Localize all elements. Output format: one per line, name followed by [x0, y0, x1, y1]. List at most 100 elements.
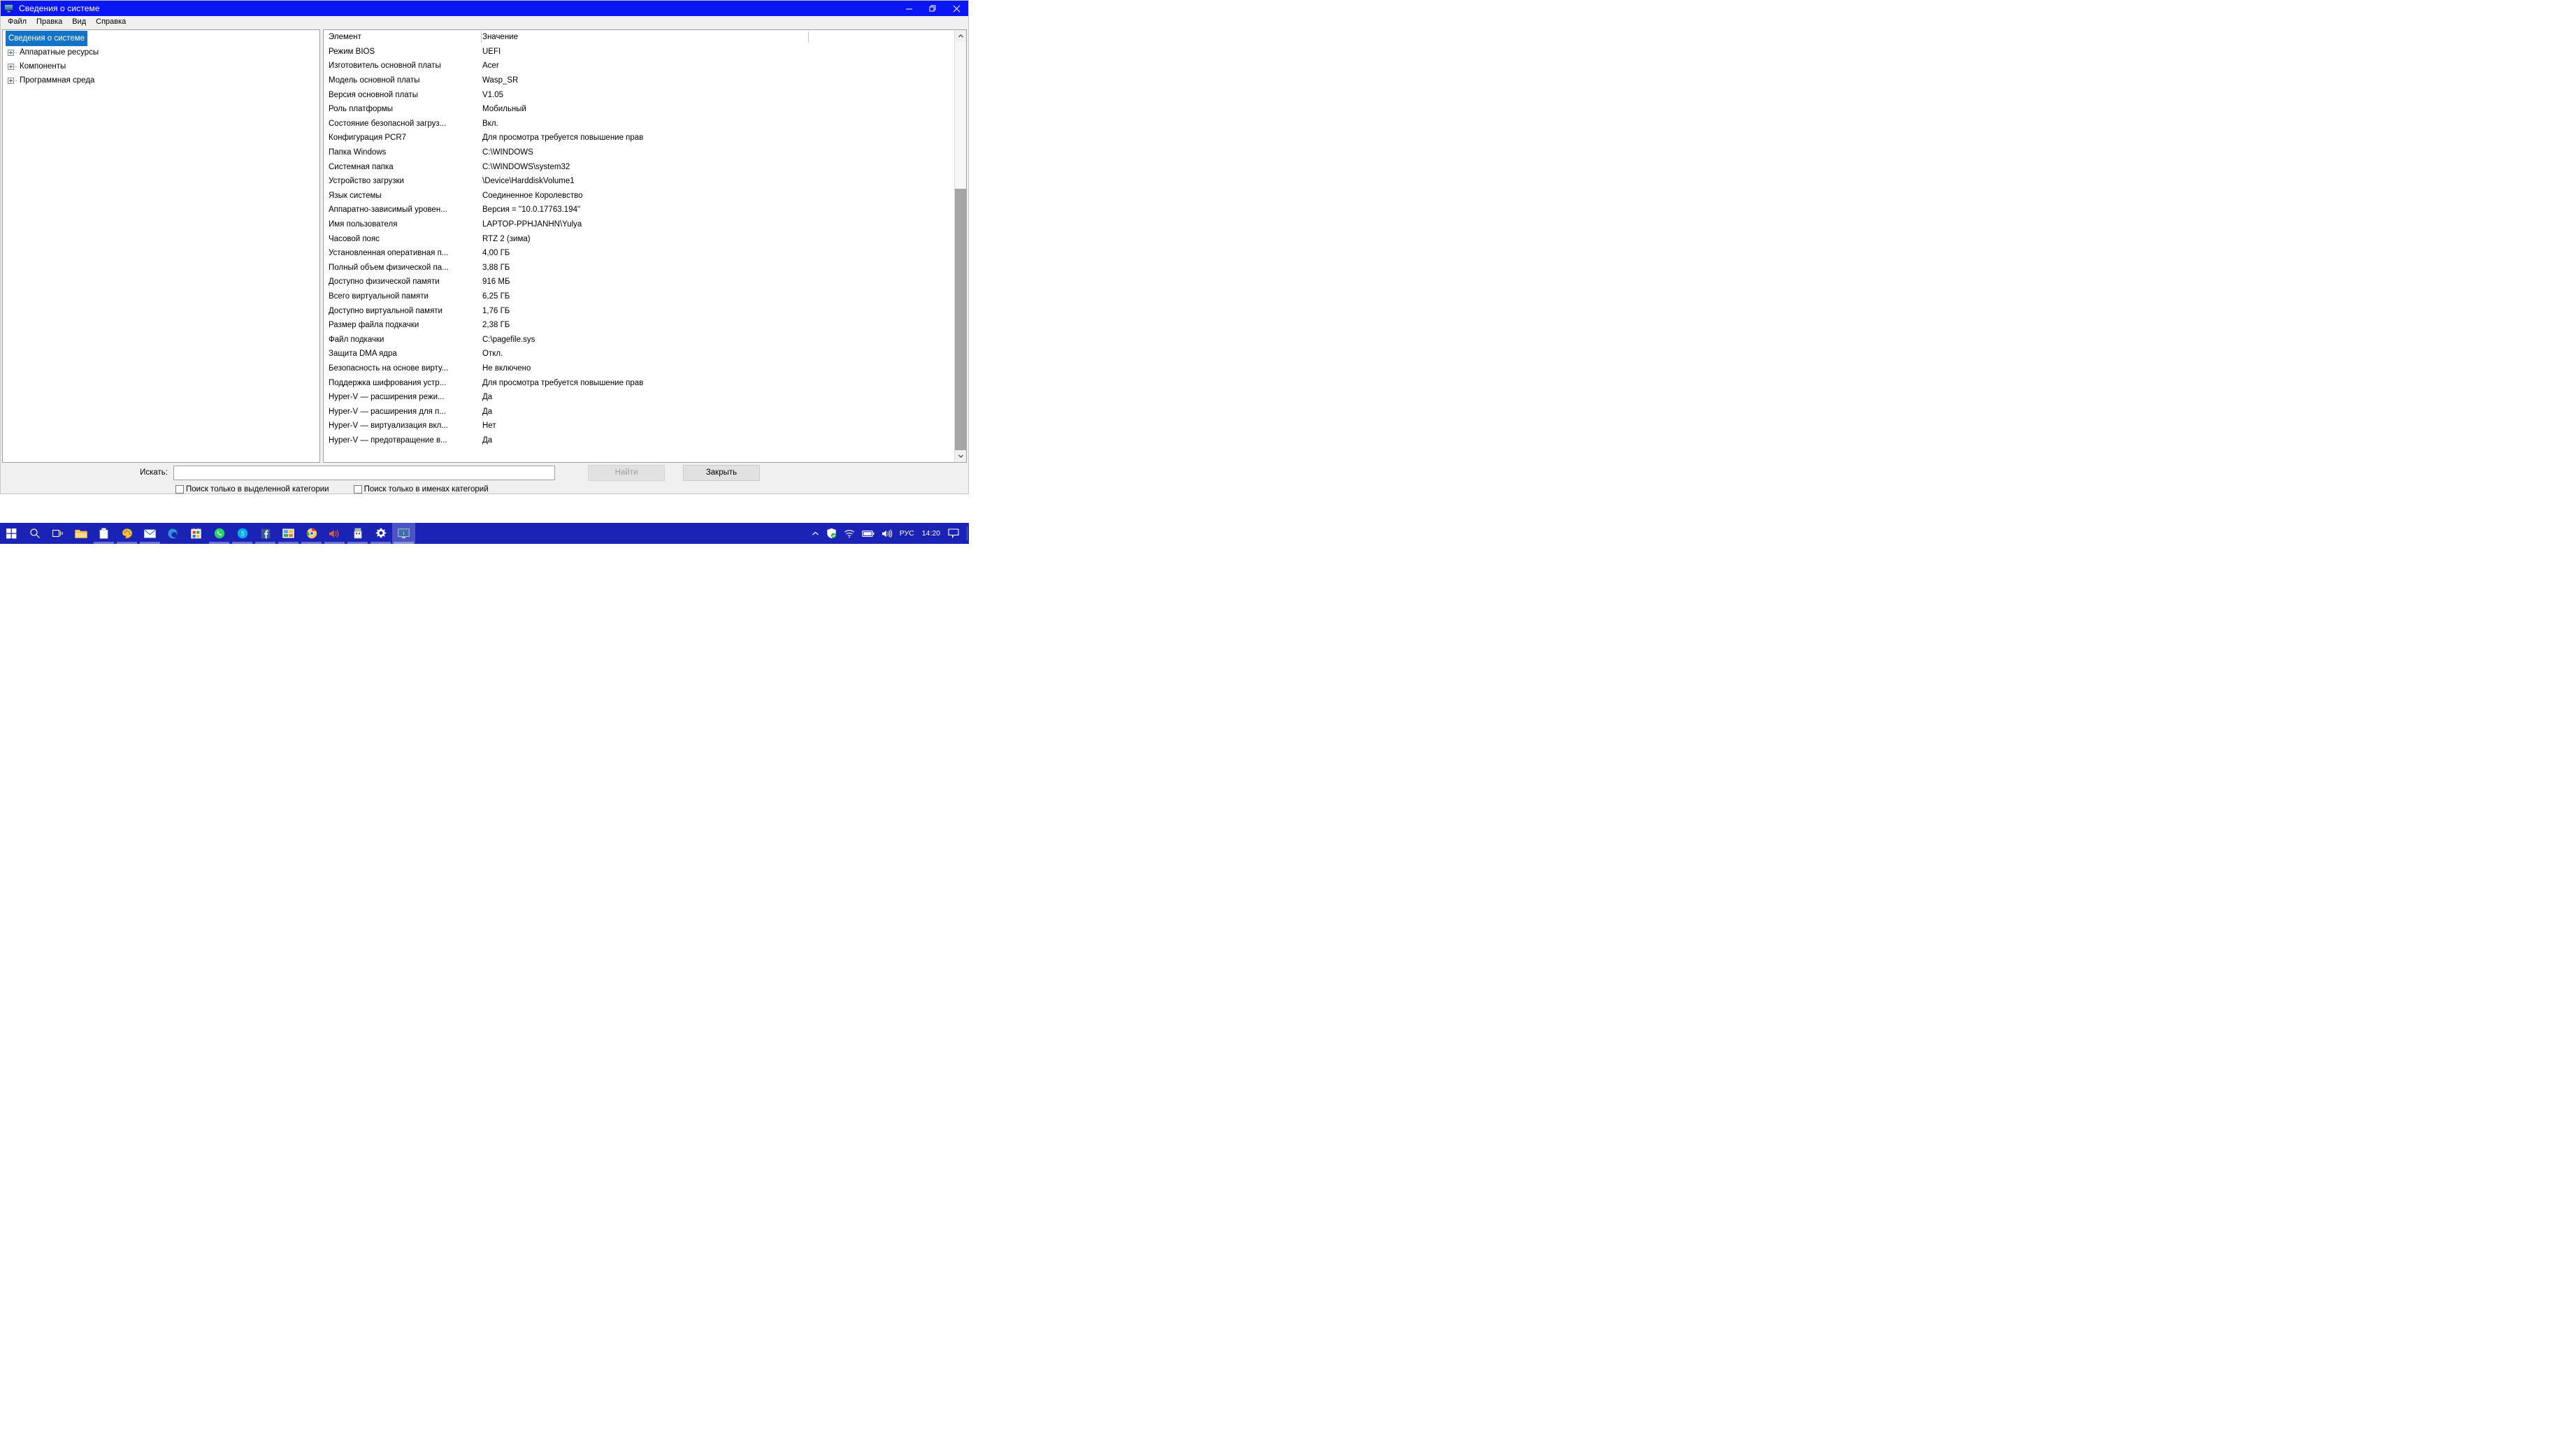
whatsapp-icon[interactable]	[208, 523, 231, 544]
search-input[interactable]	[173, 465, 555, 480]
facebook-icon[interactable]	[254, 523, 277, 544]
table-row[interactable]: Версия основной платы V1.05	[324, 87, 954, 102]
table-row[interactable]: Устройство загрузки \Device\HarddiskVolum…	[324, 174, 954, 189]
table-row[interactable]: Установленная оперативная п... 4,00 ГБ	[324, 246, 954, 261]
table-row[interactable]: Размер файла подкачки 2,38 ГБ	[324, 318, 954, 333]
table-row[interactable]: Hyper-V — виртуализация вкл... Нет	[324, 419, 954, 433]
table-row[interactable]: Всего виртуальной памяти 6,25 ГБ	[324, 289, 954, 304]
microsoft-edge-icon[interactable]	[161, 523, 185, 544]
close-dialog-button[interactable]: Закрыть	[683, 464, 760, 481]
chevron-up-icon[interactable]	[808, 523, 823, 544]
menu-help[interactable]: Справка	[91, 16, 131, 28]
sticky-notes-icon[interactable]	[92, 523, 115, 544]
plus-icon[interactable]	[6, 45, 17, 59]
file-explorer-icon[interactable]	[69, 523, 92, 544]
system-information-icon[interactable]: i	[392, 523, 415, 544]
find-button[interactable]: Найти	[588, 464, 665, 481]
category-tree[interactable]: Сведения о системе Аппаратные ресурсы Ко…	[2, 29, 320, 463]
cell-value: Соединенное Королевство	[482, 191, 583, 200]
menu-edit[interactable]: Правка	[31, 16, 67, 28]
notification-icon[interactable]	[944, 523, 963, 544]
table-row[interactable]: Hyper-V — расширения режи... Да	[324, 390, 954, 405]
table-row[interactable]: Роль платформы Мобильный	[324, 102, 954, 117]
table-row[interactable]: Режим BIOS UEFI	[324, 45, 954, 59]
cell-item: Размер файла подкачки	[329, 321, 419, 330]
cell-item: Hyper-V — предотвращение в...	[329, 435, 447, 445]
close-button[interactable]	[944, 1, 968, 16]
table-row[interactable]: Hyper-V — расширения для п... Да	[324, 404, 954, 419]
table-row[interactable]: Конфигурация PCR7 Для просмотра требуется…	[324, 131, 954, 145]
clock[interactable]: 14:20	[918, 523, 944, 544]
cell-item: Имя пользователя	[329, 220, 398, 229]
table-row[interactable]: Доступно физической памяти 916 МБ	[324, 275, 954, 289]
table-row[interactable]: Доступно виртуальной памяти 1,76 ГБ	[324, 303, 954, 318]
settings-gear-icon[interactable]	[369, 523, 392, 544]
battery-icon[interactable]	[858, 523, 878, 544]
microsoft-store-icon[interactable]	[185, 523, 208, 544]
plus-icon[interactable]	[6, 73, 17, 87]
volume-app-icon[interactable]	[323, 523, 346, 544]
checkbox-box[interactable]	[175, 485, 184, 494]
system-tray: РУС 14:20	[808, 523, 969, 544]
photos-icon[interactable]	[277, 523, 300, 544]
table-row[interactable]: Папка Windows C:\WINDOWS	[324, 145, 954, 160]
cell-item: Версия основной платы	[329, 90, 419, 99]
menu-file[interactable]: Файл	[3, 16, 31, 28]
search-bar: Искать: Найти Закрыть Поиск только в выд…	[2, 464, 967, 494]
checkbox-box[interactable]	[353, 485, 362, 494]
checkbox-search-category-names[interactable]: Поиск только в именах категорий	[353, 485, 489, 494]
table-row[interactable]: Системная папка C:\WINDOWS\system32	[324, 159, 954, 174]
column-header-item[interactable]: Элемент	[324, 33, 481, 41]
table-row[interactable]: Hyper-V — предотвращение в... Да	[324, 433, 954, 448]
table-row[interactable]: Поддержка шифрования устр... Для просмотр…	[324, 375, 954, 390]
cell-value: 916 МБ	[482, 278, 510, 287]
scrollbar-thumb[interactable]	[955, 189, 966, 450]
cell-item: Установленная оперативная п...	[329, 249, 449, 258]
detail-vertical-scrollbar[interactable]	[954, 30, 966, 462]
table-row[interactable]: Модель основной платы Wasp_SR	[324, 73, 954, 88]
table-row[interactable]: Защита DMA ядра Откл.	[324, 347, 954, 361]
tree-item-system-summary[interactable]: Сведения о системе	[3, 31, 319, 46]
google-chrome-icon[interactable]	[300, 523, 323, 544]
table-row[interactable]: Аппаратно-зависимый уровен... Версия = "1…	[324, 203, 954, 217]
table-row[interactable]: Полный объем физической па... 3,88 ГБ	[324, 261, 954, 275]
title-bar[interactable]: Сведения о системе	[1, 1, 968, 16]
search-icon[interactable]	[23, 523, 46, 544]
table-row[interactable]: Файл подкачки C:\pagefile.sys	[324, 332, 954, 347]
start-icon[interactable]	[0, 523, 23, 544]
table-row[interactable]: Часовой пояс RTZ 2 (зима)	[324, 231, 954, 246]
column-header-value[interactable]: Значение	[481, 33, 954, 41]
cell-item: Доступно физической памяти	[329, 278, 440, 287]
table-row[interactable]: Язык системы Соединенное Королевство	[324, 189, 954, 203]
cell-item: Режим BIOS	[329, 47, 375, 56]
column-divider[interactable]	[481, 31, 482, 43]
usb-device-icon[interactable]	[346, 523, 369, 544]
wifi-icon[interactable]	[840, 523, 858, 544]
speaker-icon[interactable]	[878, 523, 896, 544]
restore-button[interactable]	[921, 1, 944, 16]
scroll-down-icon[interactable]	[955, 450, 966, 462]
menu-view[interactable]: Вид	[67, 16, 91, 28]
paint-3d-icon[interactable]	[115, 523, 138, 544]
column-divider[interactable]	[808, 31, 809, 43]
tree-item-components[interactable]: Компоненты	[3, 59, 319, 73]
window-title: Сведения о системе	[19, 3, 100, 13]
mail-icon[interactable]	[138, 523, 161, 544]
skype-icon[interactable]: S	[231, 523, 254, 544]
table-row[interactable]: Изготовитель основной платы Acer	[324, 59, 954, 73]
checkbox-search-selected-category[interactable]: Поиск только в выделенной категории	[175, 485, 329, 494]
cell-item: Файл подкачки	[329, 335, 384, 344]
table-row[interactable]: Имя пользователя LAPTOP-PPHJANHN\Yulya	[324, 217, 954, 232]
language-indicator[interactable]: РУС	[896, 523, 918, 544]
table-row[interactable]: Безопасность на основе вирту... Не включе…	[324, 361, 954, 376]
scroll-up-icon[interactable]	[955, 30, 966, 42]
scrollbar-track[interactable]	[955, 42, 966, 450]
minimize-button[interactable]	[897, 1, 921, 16]
table-row[interactable]: Состояние безопасной загруз... Вкл.	[324, 117, 954, 131]
plus-icon[interactable]	[6, 59, 17, 73]
tree-item-software-environment[interactable]: Программная среда	[3, 73, 319, 87]
cell-value: Откл.	[482, 350, 503, 359]
tree-item-hardware-resources[interactable]: Аппаратные ресурсы	[3, 45, 319, 59]
task-view-icon[interactable]	[46, 523, 69, 544]
windows-security-shield-icon[interactable]	[823, 523, 840, 544]
